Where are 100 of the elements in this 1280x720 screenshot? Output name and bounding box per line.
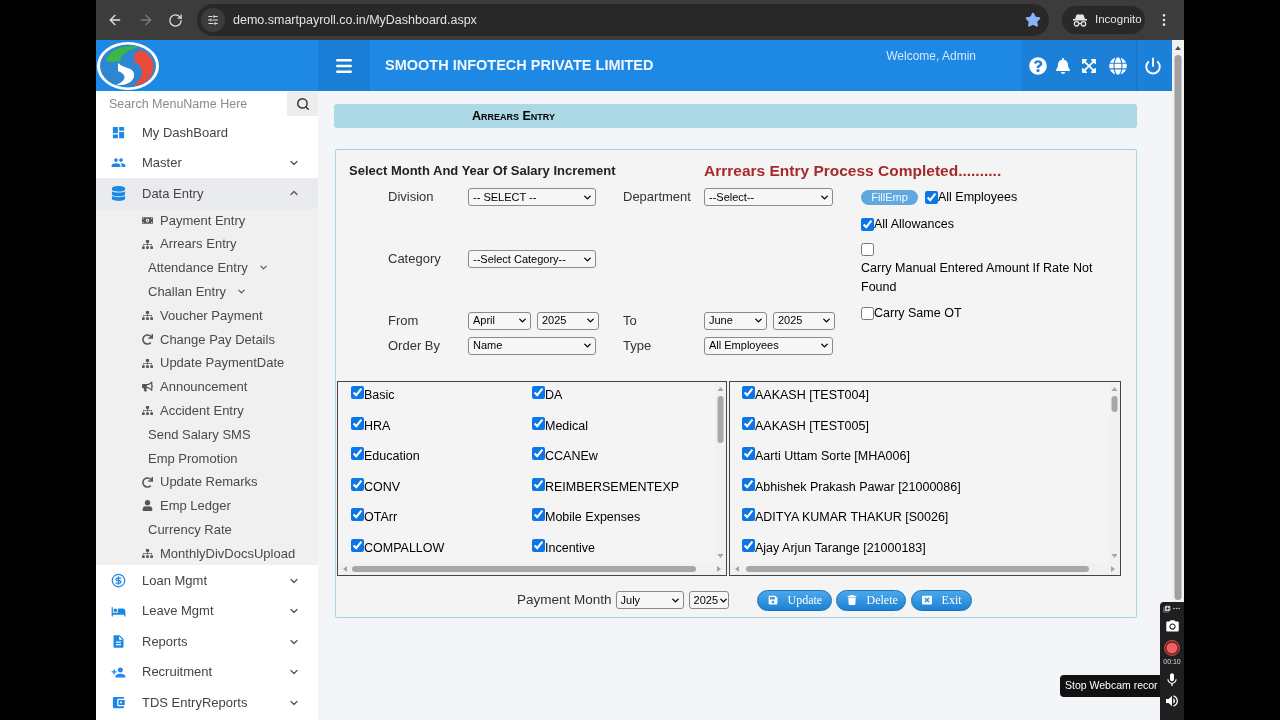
submenu-item[interactable]: Arrears Entry xyxy=(96,232,318,257)
speaker-icon[interactable] xyxy=(1164,693,1180,709)
sitemap-icon xyxy=(142,238,153,250)
site-info-icon[interactable] xyxy=(201,8,225,32)
checkbox[interactable] xyxy=(351,386,364,399)
more-dots-icon[interactable] xyxy=(1172,604,1181,613)
checkbox[interactable] xyxy=(742,416,755,430)
incognito-icon xyxy=(1072,13,1088,27)
month-dropdown[interactable]: April xyxy=(468,311,531,330)
microphone-icon[interactable] xyxy=(1164,672,1180,688)
chevron-down-icon xyxy=(821,315,832,326)
checkbox[interactable] xyxy=(532,508,545,521)
checkbox[interactable] xyxy=(351,416,364,430)
submenu-item[interactable]: Emp Ledger xyxy=(96,494,318,518)
profile-button[interactable]: Incognito xyxy=(1062,6,1145,34)
checkbox-label: COMPALLOW xyxy=(364,539,445,557)
submenu-item[interactable]: Payment Entry xyxy=(96,208,318,233)
order-by-dropdown[interactable]: Name xyxy=(468,336,596,355)
checkbox-label: Aarti Uttam Sorte [MHA006] xyxy=(755,448,910,465)
checkbox[interactable] xyxy=(861,243,874,256)
field-label: Category xyxy=(388,250,442,269)
checkbox[interactable] xyxy=(742,538,755,552)
sitemap-icon xyxy=(142,310,153,322)
submenu-item[interactable]: Announcement xyxy=(96,375,318,399)
checkbox[interactable] xyxy=(532,447,545,460)
refresh-icon xyxy=(142,333,153,345)
section-heading: Select Month And Year Of Salary Increment xyxy=(349,162,617,181)
bell-icon[interactable] xyxy=(1055,57,1071,74)
checkbox-label: Medical xyxy=(545,417,589,435)
chevron-down-icon xyxy=(582,340,593,351)
checkbox-label: Carry Manual Entered Amount If Rate Not Found xyxy=(861,260,1094,296)
help-icon[interactable] xyxy=(1029,56,1047,75)
address-bar[interactable]: demo.smartpayroll.co.in/MyDashboard.aspx xyxy=(197,4,1049,36)
checkbox[interactable] xyxy=(742,477,755,491)
search-button[interactable] xyxy=(287,92,318,116)
checkbox[interactable] xyxy=(742,508,755,521)
checkbox[interactable] xyxy=(351,447,364,460)
field-label: Payment Month xyxy=(517,590,612,609)
checkbox[interactable] xyxy=(742,386,755,399)
submenu-item[interactable]: Accident Entry xyxy=(96,398,318,423)
field-label: Type xyxy=(623,336,653,355)
year-dropdown[interactable]: 2025 xyxy=(773,311,835,330)
checkbox[interactable] xyxy=(532,477,545,491)
submenu-item[interactable]: Currency Rate xyxy=(96,517,318,542)
month-dropdown[interactable]: June xyxy=(704,311,767,330)
submenu-item[interactable]: Voucher Payment xyxy=(96,303,318,328)
chevron-down-icon xyxy=(753,315,764,326)
camera-icon[interactable] xyxy=(1164,619,1180,634)
submenu-item[interactable]: Change Pay Details xyxy=(96,327,318,352)
department-dropdown[interactable]: --Select-- xyxy=(704,188,833,206)
checkbox-label: CCANEw xyxy=(545,448,598,465)
checkbox[interactable] xyxy=(925,190,938,204)
wallet-icon xyxy=(111,695,126,711)
reload-icon[interactable] xyxy=(168,12,183,28)
dashboard-grid-icon xyxy=(111,124,126,140)
year-dropdown[interactable]: 2025 xyxy=(688,591,729,609)
field-label: From xyxy=(388,311,420,330)
page-title: Arrears Entry xyxy=(472,107,555,125)
checkbox[interactable] xyxy=(861,217,874,231)
checkbox[interactable] xyxy=(532,416,545,430)
globe-icon[interactable] xyxy=(1109,56,1127,75)
submenu-item[interactable]: MonthlyDivDocsUpload xyxy=(96,541,318,566)
year-dropdown[interactable]: 2025 xyxy=(537,311,599,330)
checkbox-label: Abhishek Prakash Pawar [21000086] xyxy=(755,478,961,496)
layers-icon[interactable] xyxy=(1163,604,1171,613)
category-dropdown[interactable]: --Select Category-- xyxy=(468,250,596,268)
submenu-item[interactable]: Update Remarks xyxy=(96,470,318,495)
checkbox-label: Basic xyxy=(364,387,395,404)
submenu-item[interactable]: Emp Promotion xyxy=(96,446,318,471)
checkbox[interactable] xyxy=(532,538,545,552)
bookmark-star-icon[interactable] xyxy=(1025,12,1041,28)
status-message: Arrrears Entry Process Completed.......... xyxy=(704,161,1002,182)
field-label: To xyxy=(623,311,638,330)
checkbox-label: Education xyxy=(364,448,420,465)
database-icon xyxy=(111,185,126,201)
submenu-item[interactable]: Update PaymentDate xyxy=(96,351,318,376)
checkbox[interactable] xyxy=(351,477,364,491)
submenu-item[interactable]: Send Salary SMS xyxy=(96,422,318,447)
division-dropdown[interactable]: -- SELECT -- xyxy=(468,188,596,206)
menu-button[interactable] xyxy=(318,40,370,91)
checkbox[interactable] xyxy=(351,508,364,521)
refresh-icon xyxy=(142,476,153,488)
checkbox[interactable] xyxy=(532,386,545,399)
menu-item[interactable]: Data Entry xyxy=(96,178,318,209)
month-dropdown[interactable]: July xyxy=(615,591,684,609)
welcome-text: Welcome, Admin xyxy=(886,48,976,65)
submenu-item[interactable]: Challan Entry xyxy=(96,279,318,304)
expand-arrows-icon[interactable] xyxy=(1081,57,1097,74)
checkbox-label: OTArr xyxy=(364,509,398,526)
sitemap-icon xyxy=(142,405,153,417)
record-icon[interactable] xyxy=(1164,640,1180,656)
checkbox[interactable] xyxy=(742,447,755,460)
dollar-circle-icon xyxy=(111,573,126,589)
checkbox-label: Ajay Arjun Tarange [21000183] xyxy=(755,539,926,557)
type-dropdown[interactable]: All Employees xyxy=(704,336,833,355)
submenu-item[interactable]: Attendance Entry xyxy=(96,256,318,280)
checkbox[interactable] xyxy=(861,306,874,320)
checkbox[interactable] xyxy=(351,538,364,552)
back-arrow-icon[interactable] xyxy=(107,12,123,28)
power-icon[interactable] xyxy=(1144,56,1162,75)
